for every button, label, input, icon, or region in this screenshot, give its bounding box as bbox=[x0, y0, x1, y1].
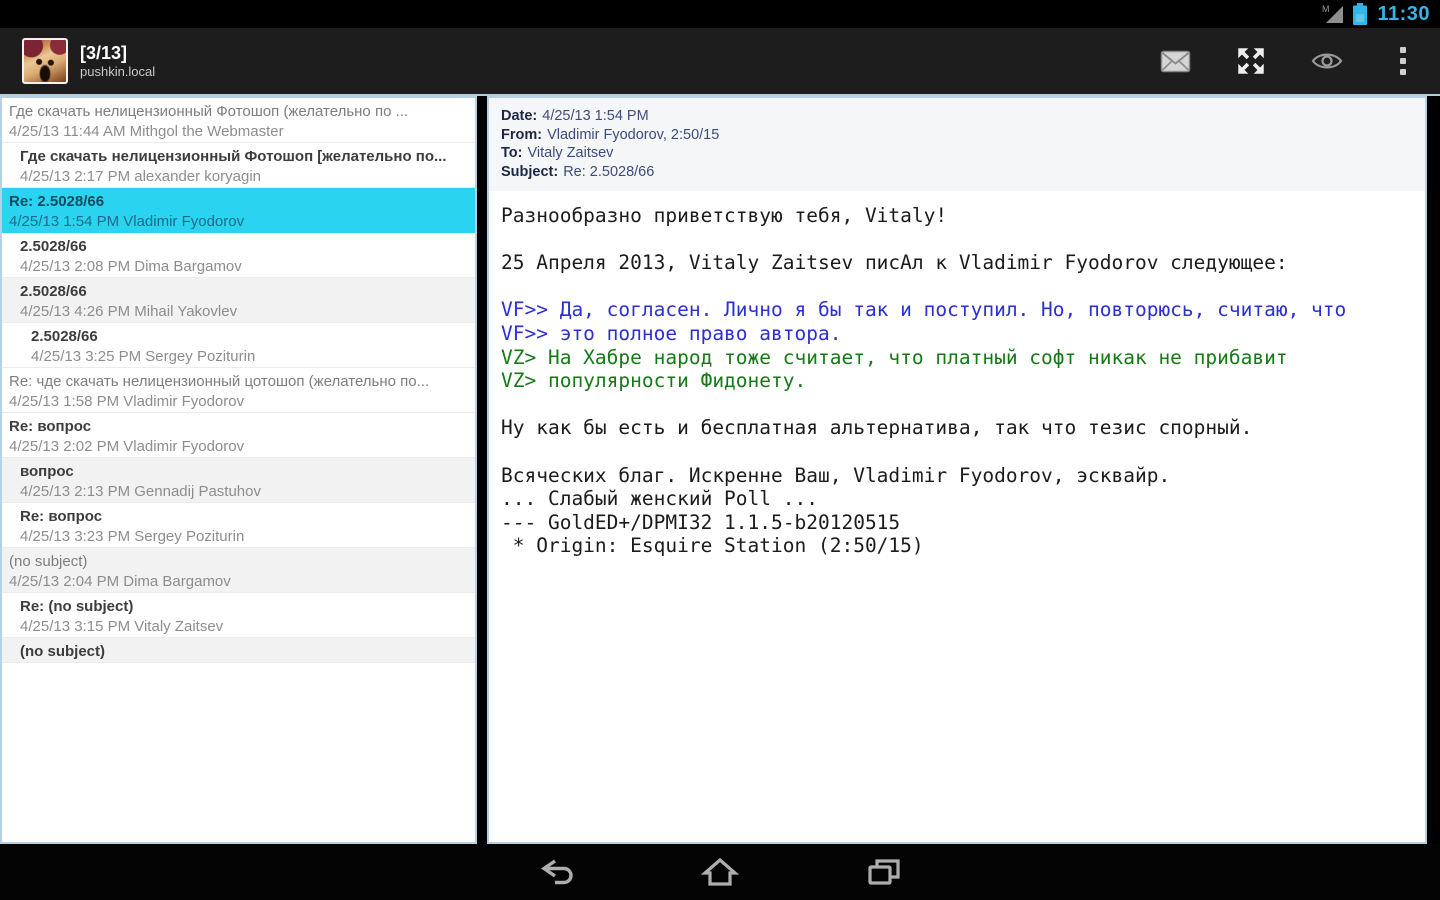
home-icon bbox=[701, 857, 739, 887]
page-title: [3/13] bbox=[80, 43, 128, 63]
list-item[interactable]: 2.5028/66 4/25/13 2:08 PM Dima Bargamov bbox=[2, 233, 475, 278]
message-subject: 2.5028/66 bbox=[20, 238, 87, 255]
message-date-author: 4/25/13 2:02 PM Vladimir Fyodorov bbox=[9, 438, 245, 455]
mail-icon bbox=[1160, 50, 1191, 73]
message-date-author: 4/25/13 2:08 PM Dima Bargamov bbox=[20, 258, 242, 275]
message-pane: Date: 4/25/13 1:54 PM From: Vladimir Fyodor… bbox=[487, 96, 1427, 844]
header-value: Vladimir Fyodorov, 2:50/15 bbox=[547, 126, 720, 143]
body-line: ... Слабый женский Poll ... bbox=[501, 487, 818, 511]
cell-signal-icon: M bbox=[1322, 4, 1345, 24]
message-subject: вопрос bbox=[20, 463, 74, 480]
list-item[interactable]: Re: вопрос 4/25/13 2:02 PM Vladimir Fyodo… bbox=[2, 413, 475, 458]
body-line: VF>> это полное право автора. bbox=[501, 321, 842, 345]
content-area: Где скачать нелицензионный Фотошоп (жела… bbox=[0, 96, 1440, 844]
mail-button[interactable] bbox=[1158, 44, 1192, 78]
body-line bbox=[501, 393, 1419, 417]
header-value: Vitaly Zaitsev bbox=[527, 145, 614, 161]
body-line: Ну как бы есть и бесплатная альтернатива… bbox=[501, 416, 1253, 440]
list-item[interactable]: 2.5028/66 4/25/13 4:26 PM Mihail Yakovlev bbox=[2, 278, 475, 323]
message-date-author: 4/25/13 3:25 PM Sergey Poziturin bbox=[31, 348, 256, 365]
screen: { "status_bar": { "time": "11:30", "acce… bbox=[0, 0, 1440, 900]
message-subject: Где скачать нелицензионный Фотошоп (жела… bbox=[9, 103, 409, 120]
overflow-menu-button[interactable] bbox=[1386, 44, 1420, 78]
message-subject: Re: вопрос bbox=[20, 508, 103, 525]
page-subtitle: pushkin.local bbox=[80, 64, 156, 79]
header-label: From: bbox=[501, 126, 543, 143]
header-label: Date: bbox=[501, 108, 538, 124]
header-row: Subject: Re: 2.5028/66 bbox=[501, 163, 1413, 182]
header-row: From: Vladimir Fyodorov, 2:50/15 bbox=[501, 126, 1413, 145]
fullscreen-icon bbox=[1234, 44, 1268, 78]
body-line bbox=[501, 275, 1419, 299]
message-subject: 2.5028/66 bbox=[20, 283, 87, 300]
overflow-menu-icon bbox=[1399, 45, 1407, 77]
header-row: Date: 4/25/13 1:54 PM bbox=[501, 107, 1413, 126]
message-subject: Re: вопрос bbox=[9, 418, 92, 435]
list-item[interactable]: Re: вопрос 4/25/13 3:23 PM Sergey Pozitur… bbox=[2, 503, 475, 548]
message-date-author: 4/25/13 1:58 PM Vladimir Fyodorov bbox=[9, 393, 245, 410]
message-list: Где скачать нелицензионный Фотошоп (жела… bbox=[0, 96, 477, 844]
header-label: Subject: bbox=[501, 163, 559, 180]
back-icon bbox=[535, 857, 577, 887]
message-subject: (no subject) bbox=[9, 553, 88, 570]
message-body: Разнообразно приветствую тебя, Vitaly! 25… bbox=[489, 191, 1425, 558]
list-item[interactable]: Где скачать нелицензионный Фотошоп [жела… bbox=[2, 143, 475, 188]
body-line: VZ> На Хабре народ тоже считает, что пла… bbox=[501, 345, 1288, 369]
header-label: To: bbox=[501, 145, 523, 161]
app-icon-dog-photo[interactable] bbox=[22, 38, 68, 84]
list-item[interactable]: 2.5028/66 4/25/13 3:25 PM Sergey Pozituri… bbox=[2, 323, 475, 368]
message-subject: (no subject) bbox=[20, 643, 105, 660]
status-bar: M 11:30 bbox=[0, 0, 1440, 28]
message-date-author: 4/25/13 3:15 PM Vitaly Zaitsev bbox=[20, 618, 224, 635]
message-date-author: 4/25/13 2:04 PM Dima Bargamov bbox=[9, 573, 231, 590]
message-headers: Date: 4/25/13 1:54 PM From: Vladimir Fyodor… bbox=[489, 98, 1425, 191]
body-line: VF>> Да, согласен. Лично я бы так и пост… bbox=[501, 298, 1347, 322]
action-bar: [3/13] pushkin.local bbox=[0, 28, 1440, 94]
message-subject: Re: 2.5028/66 bbox=[9, 193, 105, 210]
body-line: Всяческих благ. Искренне Ваш, Vladimir F… bbox=[501, 463, 1171, 487]
message-subject: 2.5028/66 bbox=[31, 328, 98, 345]
header-value: Re: 2.5028/66 bbox=[563, 163, 655, 180]
body-line: --- GoldED+/DPMI32 1.1.5-b20120515 bbox=[501, 510, 901, 534]
recent-apps-button[interactable] bbox=[858, 852, 910, 892]
header-row: To: Vitaly Zaitsev bbox=[501, 144, 1413, 163]
list-item[interactable]: (no subject) bbox=[2, 638, 475, 663]
action-bar-title-area[interactable]: [3/13] pushkin.local bbox=[80, 42, 1158, 80]
body-line bbox=[501, 440, 1419, 464]
fullscreen-button[interactable] bbox=[1234, 44, 1268, 78]
battery-icon bbox=[1352, 2, 1368, 26]
message-subject: Где скачать нелицензионный Фотошоп [жела… bbox=[20, 148, 447, 165]
body-line: Разнообразно приветствую тебя, Vitaly! bbox=[501, 204, 948, 227]
eye-icon bbox=[1311, 50, 1343, 72]
list-item[interactable]: Re: (no subject) 4/25/13 3:15 PM Vitaly Z… bbox=[2, 593, 475, 638]
view-toggle-button[interactable] bbox=[1310, 44, 1344, 78]
navigation-bar bbox=[0, 844, 1440, 900]
clock: 11:30 bbox=[1377, 2, 1430, 25]
back-button[interactable] bbox=[530, 852, 582, 892]
home-button[interactable] bbox=[694, 852, 746, 892]
action-bar-buttons bbox=[1158, 44, 1426, 78]
message-date-author: 4/25/13 3:23 PM Sergey Poziturin bbox=[20, 528, 245, 545]
recent-apps-icon bbox=[866, 857, 902, 887]
message-date-author: 4/25/13 4:26 PM Mihail Yakovlev bbox=[20, 303, 238, 320]
list-item[interactable]: Re: 2.5028/66 4/25/13 1:54 PM Vladimir Fy… bbox=[2, 188, 475, 233]
signal-badge-text: M bbox=[1322, 4, 1330, 14]
list-item[interactable]: вопрос 4/25/13 2:13 PM Gennadij Pastuhov bbox=[2, 458, 475, 503]
message-subject: Re: чде скачать нелицензионный цотошоп (… bbox=[9, 373, 430, 390]
message-date-author: 4/25/13 2:17 PM alexander koryagin bbox=[20, 168, 261, 185]
message-subject: Re: (no subject) bbox=[20, 598, 134, 615]
body-line: * Origin: Esquire Station (2:50/15) bbox=[501, 534, 924, 558]
message-date-author: 4/25/13 1:54 PM Vladimir Fyodorov bbox=[9, 213, 245, 230]
body-line bbox=[501, 228, 1419, 252]
message-date-author: 4/25/13 2:13 PM Gennadij Pastuhov bbox=[20, 483, 261, 500]
body-line: VZ> популярности Фидонету. bbox=[501, 369, 807, 393]
list-item[interactable]: Где скачать нелицензионный Фотошоп (жела… bbox=[2, 98, 475, 143]
body-line: 25 Апреля 2013, Vitaly Zaitsev писАл к V… bbox=[501, 251, 1288, 275]
message-date-author: 4/25/13 11:44 AM Mithgol the Webmaster bbox=[9, 123, 284, 140]
list-item[interactable]: (no subject) 4/25/13 2:04 PM Dima Bargamo… bbox=[2, 548, 475, 593]
list-item[interactable]: Re: чде скачать нелицензионный цотошоп (… bbox=[2, 368, 475, 413]
header-value: 4/25/13 1:54 PM bbox=[542, 108, 649, 124]
